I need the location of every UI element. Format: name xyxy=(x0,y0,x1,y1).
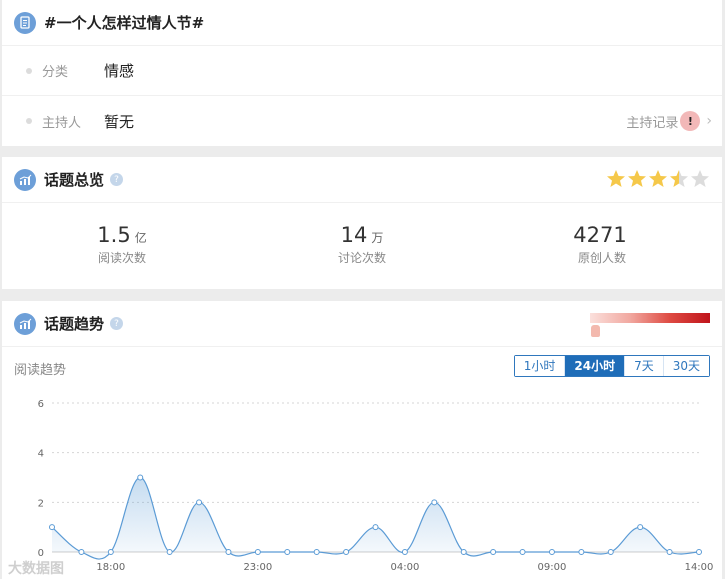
data-point xyxy=(431,499,438,506)
heat-scale-bar xyxy=(590,313,710,323)
data-point xyxy=(313,549,320,555)
data-point xyxy=(49,524,55,531)
host-label: 主持人 xyxy=(42,115,82,131)
watermark-text: 大数据图 xyxy=(8,560,64,577)
y-tick-label: 4 xyxy=(38,449,44,460)
stat-label: 讨论次数 xyxy=(337,251,386,265)
stat-discuss: 14 万 讨论次数 xyxy=(242,203,482,285)
data-point xyxy=(372,524,379,531)
data-point xyxy=(196,499,203,506)
y-tick-label: 6 xyxy=(38,399,44,410)
bullet-icon xyxy=(26,118,32,124)
stat-label: 阅读次数 xyxy=(97,251,146,265)
star-icon xyxy=(691,170,709,187)
chevron-right-icon: › xyxy=(706,113,712,129)
star-icon xyxy=(607,170,625,187)
avatar: ! xyxy=(680,111,701,131)
category-row: 分类 情感 xyxy=(2,46,722,96)
data-point xyxy=(578,549,585,555)
data-point xyxy=(343,549,350,555)
y-tick-label: 2 xyxy=(38,498,44,509)
trend-card: 话题趋势 ? 阅读趋势 1小时 24小时 7天 30天 0 2 4 6 18:00 23:00 0… xyxy=(2,301,722,579)
stat-unit: 万 xyxy=(371,231,384,245)
star-icon xyxy=(670,170,688,187)
data-point xyxy=(519,549,526,555)
data-point xyxy=(254,549,261,555)
host-record-link[interactable]: 主持记录 ! › xyxy=(626,96,712,146)
host-value: 暂无 xyxy=(104,112,135,131)
tab-range-3[interactable]: 30天 xyxy=(662,356,709,376)
stat-read: 1.5 亿 阅读次数 xyxy=(2,203,242,285)
x-tick-label: 18:00 xyxy=(96,562,125,573)
data-point xyxy=(166,549,173,555)
series-area xyxy=(52,477,699,560)
data-point xyxy=(696,549,702,555)
data-point xyxy=(637,524,644,531)
document-icon xyxy=(14,11,36,34)
overview-card: 话题总览 ? 1.5 亿 阅读次数 14 万 讨论次数 4271 原创人数 xyxy=(2,157,722,289)
data-point xyxy=(78,549,85,555)
data-point xyxy=(460,549,467,555)
topic-card: #一个人怎样过情人节# 分类 情感 主持人 暂无 主持记录 ! › xyxy=(2,0,722,146)
category-value: 情感 xyxy=(104,62,135,80)
x-tick-label: 09:00 xyxy=(538,562,567,573)
chart-icon xyxy=(14,168,36,191)
topic-header: #一个人怎样过情人节# xyxy=(2,0,722,46)
stats-row: 1.5 亿 阅读次数 14 万 讨论次数 4271 原创人数 xyxy=(2,203,722,285)
host-record-label: 主持记录 xyxy=(626,115,679,131)
stat-value: 4271 xyxy=(573,223,627,247)
heat-marker-icon xyxy=(591,325,600,337)
stat-unit: 亿 xyxy=(134,231,147,245)
help-icon[interactable]: ? xyxy=(110,317,124,330)
host-row: 主持人 暂无 主持记录 ! › xyxy=(2,96,722,146)
category-label: 分类 xyxy=(42,65,69,80)
stat-label: 原创人数 xyxy=(577,251,626,265)
overview-title: 话题总览 xyxy=(44,171,105,189)
stat-value: 1.5 xyxy=(97,223,131,247)
trend-header: 话题趋势 ? xyxy=(2,301,722,347)
star-icon xyxy=(649,170,667,187)
star-icon xyxy=(628,170,646,187)
y-tick-label: 0 xyxy=(38,548,44,559)
overview-header: 话题总览 ? xyxy=(2,157,722,203)
trend-title: 话题趋势 xyxy=(44,315,105,333)
tab-range-1[interactable]: 24小时 xyxy=(564,356,625,376)
tab-range-2[interactable]: 7天 xyxy=(624,356,663,376)
page-title: #一个人怎样过情人节# xyxy=(44,14,205,32)
data-point xyxy=(490,549,497,555)
rating-stars xyxy=(605,169,710,189)
x-tick-label: 23:00 xyxy=(243,562,272,573)
data-point xyxy=(548,549,555,555)
data-point xyxy=(225,549,232,555)
chart-icon xyxy=(14,312,36,335)
trend-subtitle: 阅读趋势 xyxy=(14,363,67,378)
range-tabs: 1小时 24小时 7天 30天 xyxy=(513,355,710,377)
bullet-icon xyxy=(26,67,32,74)
x-tick-label: 14:00 xyxy=(685,562,714,573)
x-tick-label: 04:00 xyxy=(390,562,419,573)
stat-value: 14 xyxy=(340,223,368,247)
data-point xyxy=(607,549,614,555)
data-point xyxy=(666,549,673,555)
data-point xyxy=(137,474,144,481)
data-point xyxy=(401,549,408,555)
stat-original: 4271 原创人数 xyxy=(482,203,722,285)
data-point xyxy=(107,549,114,555)
tab-range-0[interactable]: 1小时 xyxy=(514,356,565,376)
trend-chart: 0 2 4 6 18:00 23:00 04:00 09:00 14:00 大数据图 xyxy=(8,399,714,577)
data-point xyxy=(284,549,291,555)
help-icon[interactable]: ? xyxy=(110,173,124,186)
